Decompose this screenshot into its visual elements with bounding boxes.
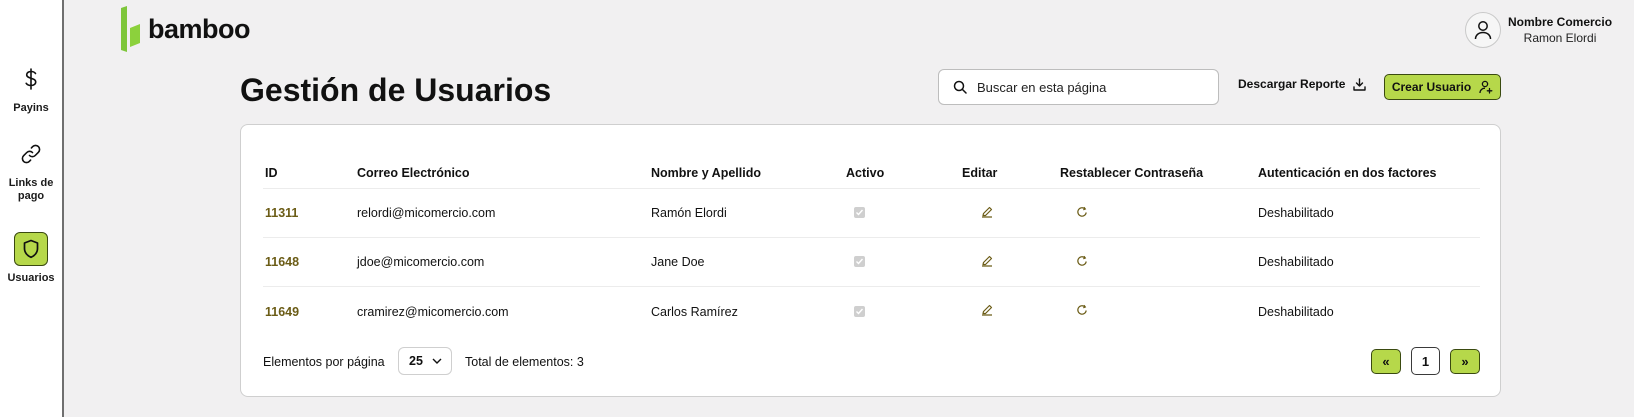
header-id: ID [263, 145, 344, 189]
active-checkbox[interactable] [854, 256, 865, 267]
user-name-cell: Jane Doe [635, 238, 830, 287]
header-reset-password: Restablecer Contraseña [1046, 145, 1244, 189]
users-card: ID Correo Electrónico Nombre y Apellido … [240, 124, 1501, 397]
sidebar-item-usuarios[interactable]: Usuarios [0, 232, 62, 285]
active-checkbox[interactable] [854, 207, 865, 218]
user-name: Ramon Elordi [1523, 31, 1597, 45]
user-email: relordi@micomercio.com [344, 189, 635, 238]
per-page-value: 25 [409, 354, 423, 368]
search-box[interactable] [938, 69, 1219, 105]
reset-password-icon[interactable] [1076, 206, 1088, 218]
edit-icon[interactable] [981, 255, 993, 267]
header-name: Nombre y Apellido [635, 145, 830, 189]
sidebar-item-label: Usuarios [7, 272, 55, 284]
table-row: 11649 cramirez@micomercio.com Carlos Ram… [263, 287, 1480, 336]
header-email: Correo Electrónico [344, 145, 635, 189]
search-input[interactable] [977, 79, 1197, 95]
user-icon [1465, 12, 1501, 48]
two-factor-status: Deshabilitado [1244, 189, 1480, 238]
sidebar-item-payins[interactable]: Payins [0, 62, 62, 115]
merchant-name: Nombre Comercio [1508, 15, 1613, 29]
pagination: « 1 » [1371, 347, 1480, 375]
user-name-cell: Ramón Elordi [635, 189, 830, 238]
users-table: ID Correo Electrónico Nombre y Apellido … [263, 145, 1480, 336]
chevron-down-icon [432, 358, 442, 364]
header-active: Activo [830, 145, 948, 189]
dollar-icon [14, 62, 48, 96]
table-footer: Elementos por página 25 Total de element… [263, 347, 1480, 377]
brand-logo[interactable]: bamboo [120, 6, 251, 52]
active-checkbox[interactable] [854, 305, 865, 317]
create-user-button[interactable]: Crear Usuario [1384, 74, 1501, 100]
add-user-icon [1479, 80, 1493, 94]
sidebar-item-links-de-pago[interactable]: Links de pago [0, 137, 62, 203]
link-icon [14, 137, 48, 171]
two-factor-status: Deshabilitado [1258, 304, 1334, 319]
per-page-select[interactable]: 25 [398, 347, 452, 375]
reset-password-icon[interactable] [1076, 304, 1088, 316]
user-email: jdoe@micomercio.com [344, 238, 635, 287]
edit-icon[interactable] [981, 206, 993, 218]
user-email: cramirez@micomercio.com [357, 304, 509, 319]
header-edit: Editar [948, 145, 1046, 189]
page-title: Gestión de Usuarios [240, 72, 552, 108]
user-profile[interactable]: Nombre Comercio Ramon Elordi [1465, 12, 1612, 48]
header-two-factor: Autenticación en dos factores [1244, 145, 1480, 189]
create-user-label: Crear Usuario [1391, 80, 1472, 94]
brand-name: bamboo [148, 13, 251, 44]
sidebar-item-label: Links de pago [8, 177, 54, 202]
total-elements: Total de elementos: 3 [465, 355, 584, 369]
two-factor-status: Deshabilitado [1244, 238, 1480, 287]
user-id[interactable]: 11649 [263, 287, 344, 336]
sidebar-item-label: Payins [13, 102, 49, 114]
download-icon [1353, 77, 1367, 91]
user-id[interactable]: 11648 [263, 238, 344, 287]
edit-icon[interactable] [981, 304, 993, 316]
user-name-cell: Carlos Ramírez [651, 304, 738, 319]
table-row: 11311 relordi@micomercio.com Ramón Elord… [263, 189, 1480, 238]
bamboo-logo-icon [121, 6, 140, 52]
reset-password-icon[interactable] [1076, 255, 1088, 267]
table-row: 11648 jdoe@micomercio.com Jane Doe Desha… [263, 238, 1480, 287]
per-page-label: Elementos por página [263, 355, 385, 369]
download-report-label: Descargar Reporte [1238, 77, 1346, 91]
page-number-button[interactable]: 1 [1411, 347, 1440, 375]
sidebar: Payins Links de pago Usuarios [0, 0, 64, 417]
table-header-row: ID Correo Electrónico Nombre y Apellido … [263, 145, 1480, 189]
user-id[interactable]: 11311 [263, 189, 344, 238]
next-page-button[interactable]: » [1450, 348, 1480, 374]
shield-icon [14, 232, 48, 266]
search-icon [953, 80, 967, 94]
download-report-button[interactable]: Descargar Reporte [1238, 77, 1367, 91]
first-page-button[interactable]: « [1371, 348, 1401, 374]
